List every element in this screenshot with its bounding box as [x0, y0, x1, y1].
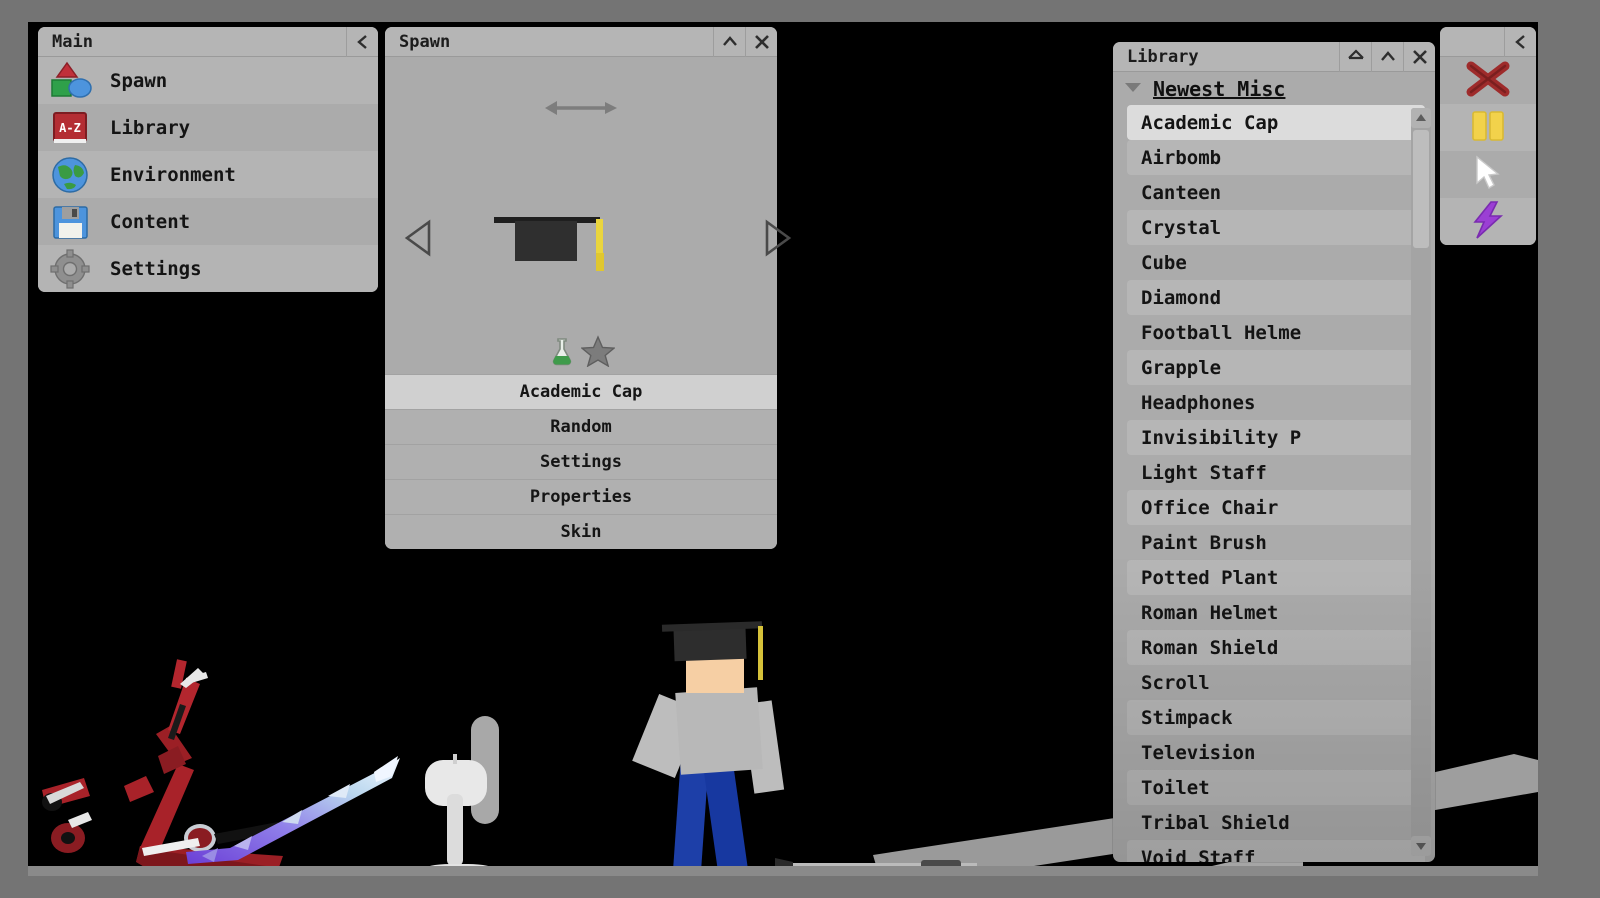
close-icon[interactable] [745, 26, 777, 57]
library-item[interactable]: Invisibility P [1127, 420, 1425, 455]
spawn-preview-area[interactable] [385, 57, 792, 332]
shapes-icon [50, 61, 96, 101]
ragdoll-torso [675, 687, 763, 775]
library-category-header[interactable]: Newest Misc [1113, 72, 1435, 105]
library-item[interactable]: Scroll [1113, 665, 1435, 700]
library-scrollbar[interactable] [1411, 108, 1431, 856]
library-item[interactable]: Toilet [1127, 770, 1425, 805]
sidebar-item-settings[interactable]: Settings [38, 245, 378, 292]
sidebar-item-content-label: Content [110, 210, 191, 233]
scene-object-energy-sword[interactable] [178, 752, 400, 864]
close-icon[interactable] [1403, 42, 1435, 72]
library-item[interactable]: Grapple [1127, 350, 1425, 385]
sidebar-item-environment[interactable]: Environment [38, 151, 378, 198]
app-root: Main Spawn A-Z Library Environment Conte… [0, 0, 1600, 898]
library-item[interactable]: Office Chair [1127, 490, 1425, 525]
main-menu-panel: Main Spawn A-Z Library Environment Conte… [38, 26, 378, 292]
fan-knob [453, 754, 457, 764]
library-item-list[interactable]: Academic Cap Airbomb Canteen Crystal Cube Dia… [1113, 105, 1435, 862]
library-item[interactable]: Cube [1113, 245, 1435, 280]
red-x-icon [1462, 59, 1514, 103]
scroll-up-arrow-icon[interactable] [1411, 108, 1431, 128]
yellow-pause-icon [1468, 108, 1508, 148]
scroll-down-arrow-icon[interactable] [1411, 836, 1431, 856]
purple-lightning-icon [1467, 200, 1509, 244]
floppy-disk-icon [50, 202, 96, 242]
tool-panel-titlebar [1440, 26, 1536, 57]
library-item[interactable]: Potted Plant [1127, 560, 1425, 595]
library-item[interactable]: Academic Cap [1127, 105, 1425, 140]
sidebar-item-content[interactable]: Content [38, 198, 378, 245]
spawn-button-selected-item[interactable]: Academic Cap [385, 374, 777, 409]
library-category-label: Newest Misc [1153, 76, 1286, 101]
library-item[interactable]: Airbomb [1127, 140, 1425, 175]
tool-pause[interactable] [1440, 104, 1536, 151]
library-item[interactable]: Diamond [1127, 280, 1425, 315]
library-item[interactable]: Tribal Shield [1113, 805, 1435, 840]
sidebar-item-library-label: Library [110, 116, 191, 139]
library-item[interactable]: Stimpack [1127, 700, 1425, 735]
sidebar-item-library[interactable]: A-Z Library [38, 104, 378, 151]
chevron-up-icon[interactable] [1371, 42, 1403, 72]
globe-icon [50, 155, 96, 195]
library-item[interactable]: Paint Brush [1113, 525, 1435, 560]
library-panel: Library Newest Misc Academic Cap Airbomb… [1113, 42, 1435, 862]
library-item[interactable]: Roman Helmet [1113, 595, 1435, 630]
triangle-down-icon[interactable] [1123, 79, 1143, 98]
spawn-button-settings[interactable]: Settings [385, 444, 777, 479]
tool-delete[interactable] [1440, 57, 1536, 104]
spawn-preview-model-academic-cap [490, 197, 620, 281]
sidebar-item-spawn[interactable]: Spawn [38, 57, 378, 104]
chevron-left-icon[interactable] [346, 26, 378, 57]
library-item[interactable]: Football Helme [1113, 315, 1435, 350]
library-scrollbar-thumb[interactable] [1413, 130, 1429, 248]
star-icon [580, 335, 616, 371]
chevron-up-icon[interactable] [713, 26, 745, 57]
spawn-panel: Spawn Academic Cap Random Settings Prope… [385, 26, 792, 549]
tool-panel [1440, 26, 1536, 245]
library-item[interactable]: Void Staff [1127, 840, 1425, 862]
library-panel-title: Library [1127, 46, 1199, 67]
library-panel-titlebar: Library [1113, 42, 1435, 72]
chevron-left-icon[interactable] [1504, 26, 1536, 57]
spawn-panel-title: Spawn [399, 31, 451, 52]
sidebar-item-spawn-label: Spawn [110, 69, 168, 92]
library-item[interactable]: Television [1113, 735, 1435, 770]
ragdoll-right-leg [703, 762, 751, 876]
sidebar-item-environment-label: Environment [110, 163, 236, 186]
spawn-button-skin[interactable]: Skin [385, 514, 777, 549]
scene-object-ragdoll-character[interactable] [608, 602, 828, 876]
library-item[interactable]: Headphones [1113, 385, 1435, 420]
horizontal-resize-arrow-icon[interactable] [543, 97, 619, 123]
spawn-panel-titlebar: Spawn [385, 26, 777, 57]
spawn-button-random[interactable]: Random [385, 409, 777, 444]
ground-line [28, 866, 1538, 876]
library-item[interactable]: Light Staff [1113, 455, 1435, 490]
fan-stem [447, 794, 463, 866]
scene-object-desk-fan[interactable] [423, 716, 523, 876]
tool-bolt[interactable] [1440, 198, 1536, 245]
sidebar-item-settings-label: Settings [110, 257, 202, 280]
library-item[interactable]: Crystal [1127, 210, 1425, 245]
az-book-icon: A-Z [50, 108, 96, 148]
flask-icon [547, 335, 577, 371]
gear-icon [50, 248, 96, 289]
scene-object-far-plank[interactable] [1418, 742, 1538, 862]
main-panel-title: Main [52, 31, 93, 52]
library-item[interactable]: Canteen [1113, 175, 1435, 210]
white-cursor-icon [1471, 154, 1505, 196]
library-item[interactable]: Roman Shield [1127, 630, 1425, 665]
main-panel-titlebar: Main [38, 26, 378, 57]
home-icon[interactable] [1339, 42, 1371, 72]
academic-cap-tassel [758, 626, 763, 680]
svg-text:A-Z: A-Z [59, 121, 81, 135]
ragdoll-left-leg [671, 763, 709, 876]
tool-select[interactable] [1440, 151, 1536, 198]
spawn-button-properties[interactable]: Properties [385, 479, 777, 514]
spawn-badges [385, 332, 777, 374]
